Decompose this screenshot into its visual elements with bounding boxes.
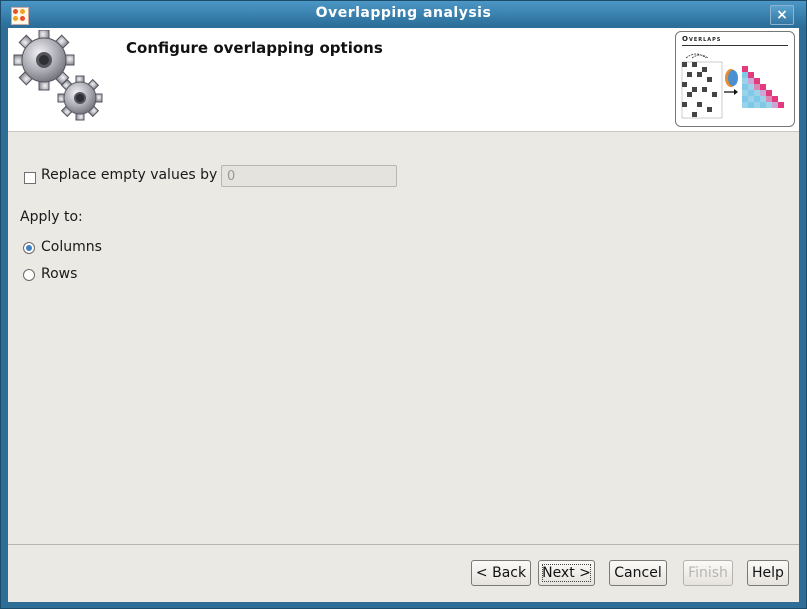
page-title: Configure overlapping options (126, 39, 383, 57)
cancel-button-label: Cancel (614, 565, 662, 581)
help-button[interactable]: Help (747, 560, 789, 586)
close-icon: × (776, 7, 788, 23)
finish-button-label: Finish (688, 565, 728, 581)
replace-value-field[interactable]: 0 (221, 165, 397, 187)
radio-columns-label[interactable]: Columns (41, 239, 102, 255)
close-button[interactable]: × (770, 5, 794, 25)
title-bar[interactable]: Overlapping analysis × (1, 1, 806, 27)
back-button[interactable]: < Back (471, 560, 531, 586)
finish-button[interactable]: Finish (683, 560, 733, 586)
header-banner: Configure overlapping options Overlaps (8, 28, 799, 132)
radio-rows[interactable] (23, 269, 35, 281)
overlaps-preview-icon: Overlaps (675, 31, 795, 127)
radio-rows-label[interactable]: Rows (41, 266, 77, 282)
dialog-window: Overlapping analysis × Configure overlap… (0, 0, 807, 609)
replace-empty-row: Replace empty values by 0 (23, 165, 423, 189)
back-button-label: < Back (475, 565, 527, 581)
overlaps-matrix-graphic (681, 53, 784, 119)
radio-columns[interactable] (23, 242, 35, 254)
replace-empty-checkbox[interactable] (24, 172, 36, 184)
apply-to-label: Apply to: (20, 209, 83, 225)
dialog-content: Configure overlapping options Overlaps R… (8, 28, 799, 602)
next-button[interactable]: Next > (538, 560, 595, 586)
replace-empty-label[interactable]: Replace empty values by (41, 167, 217, 183)
button-bar-separator (8, 544, 799, 545)
window-title: Overlapping analysis (315, 5, 492, 21)
gears-icon (13, 30, 103, 121)
help-button-label: Help (752, 565, 784, 581)
cancel-button[interactable]: Cancel (609, 560, 667, 586)
